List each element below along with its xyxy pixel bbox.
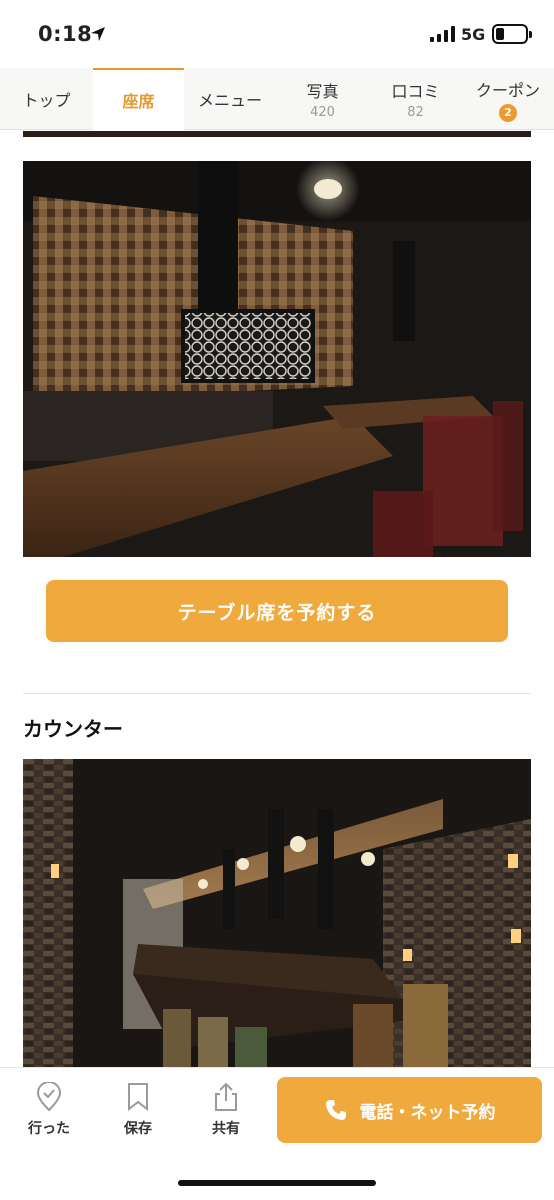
tab-top[interactable]: トップ xyxy=(0,68,93,130)
tab-label: 口コミ xyxy=(391,82,440,101)
review-count: 82 xyxy=(407,105,424,120)
counter-seating-photo xyxy=(23,759,531,1067)
shop-tab-bar: トップ 座席 メニュー 写真 420 口コミ 82 クーポン 2 xyxy=(0,68,554,130)
status-bar: 0:18 5G xyxy=(0,0,554,68)
signal-strength-icon xyxy=(430,26,455,42)
previous-photo-edge xyxy=(23,131,531,137)
tab-label: 座席 xyxy=(122,92,155,111)
table-seating-photo xyxy=(23,161,531,557)
went-button[interactable]: 行った xyxy=(19,1082,79,1138)
tab-photos[interactable]: 写真 420 xyxy=(276,68,369,130)
tab-reviews[interactable]: 口コミ 82 xyxy=(369,68,462,130)
network-type: 5G xyxy=(461,25,486,44)
share-label: 共有 xyxy=(212,1121,240,1137)
tab-menu[interactable]: メニュー xyxy=(184,68,276,130)
tab-label: 写真 xyxy=(306,82,339,101)
tab-label: クーポン xyxy=(475,80,540,100)
save-label: 保存 xyxy=(124,1121,152,1137)
share-icon xyxy=(215,1082,237,1111)
section-divider xyxy=(23,693,531,694)
tab-seats[interactable]: 座席 xyxy=(93,68,184,130)
tab-label: トップ xyxy=(22,91,71,110)
counter-section-title: カウンター xyxy=(23,717,123,741)
reserve-table-button[interactable]: テーブル席を予約する xyxy=(46,580,508,642)
tab-coupons[interactable]: クーポン 2 xyxy=(462,68,554,130)
share-button[interactable]: 共有 xyxy=(196,1082,256,1138)
photo-count: 420 xyxy=(310,105,335,120)
home-indicator xyxy=(178,1180,376,1186)
phone-icon xyxy=(325,1100,346,1120)
location-arrow-icon xyxy=(91,27,105,41)
tab-label: メニュー xyxy=(197,91,262,110)
check-pin-icon xyxy=(36,1082,62,1112)
went-label: 行った xyxy=(28,1121,70,1137)
bookmark-icon xyxy=(128,1083,148,1112)
save-button[interactable]: 保存 xyxy=(108,1082,168,1138)
status-time: 0:18 xyxy=(38,22,93,46)
coupon-count-badge: 2 xyxy=(499,103,517,122)
seats-content[interactable]: テーブル席を予約する カウンター xyxy=(0,131,554,1067)
battery-icon xyxy=(492,24,532,44)
call-reserve-button[interactable]: 電話・ネット予約 xyxy=(277,1077,542,1143)
call-reserve-label: 電話・ネット予約 xyxy=(359,1102,496,1123)
